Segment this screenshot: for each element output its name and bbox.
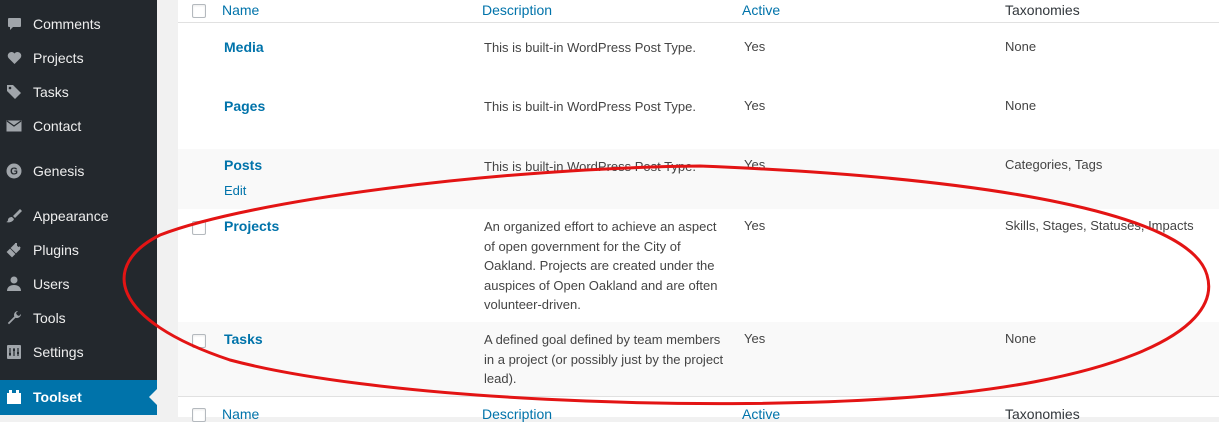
post-type-name-link[interactable]: Tasks xyxy=(224,331,263,347)
paintbrush-icon xyxy=(6,208,22,224)
user-icon xyxy=(6,276,22,292)
menu-label: Genesis xyxy=(33,163,85,179)
menu-contact[interactable]: Contact xyxy=(0,109,157,143)
menu-label: Tools xyxy=(33,310,66,326)
menu-comments[interactable]: Comments xyxy=(0,7,157,41)
menu-settings[interactable]: Settings xyxy=(0,335,157,369)
comment-icon xyxy=(6,16,22,32)
table-row: Pages This is built-in WordPress Post Ty… xyxy=(178,91,1219,149)
table-row: Posts Edit This is built-in WordPress Po… xyxy=(178,149,1219,209)
menu-label: Projects xyxy=(33,50,84,66)
select-all-checkbox-footer[interactable] xyxy=(192,408,206,422)
post-types-table: Name Description Active Taxonomies Media… xyxy=(178,0,1219,422)
menu-toolset[interactable]: Toolset xyxy=(0,380,157,415)
table-row: Tasks A defined goal defined by team mem… xyxy=(178,322,1219,396)
post-type-taxonomies: Categories, Tags xyxy=(1005,157,1103,172)
genesis-icon: G xyxy=(6,163,22,179)
menu-genesis[interactable]: G Genesis xyxy=(0,154,157,188)
plug-icon xyxy=(6,242,22,258)
row-checkbox[interactable] xyxy=(192,334,206,348)
table-row: Media This is built-in WordPress Post Ty… xyxy=(178,31,1219,91)
heart-icon xyxy=(6,50,22,66)
edit-link[interactable]: Edit xyxy=(224,183,246,198)
menu-label: Users xyxy=(33,276,70,292)
row-checkbox[interactable] xyxy=(192,221,206,235)
column-name-header[interactable]: Name xyxy=(222,2,259,18)
column-active-footer[interactable]: Active xyxy=(742,406,780,422)
select-all-checkbox[interactable] xyxy=(192,4,206,18)
post-type-description: An organized effort to achieve an aspect… xyxy=(484,219,718,312)
menu-users[interactable]: Users xyxy=(0,267,157,301)
post-type-name-link[interactable]: Pages xyxy=(224,98,265,114)
menu-label: Plugins xyxy=(33,242,79,258)
post-type-active: Yes xyxy=(744,39,766,54)
post-type-taxonomies: Skills, Stages, Statuses, Impacts xyxy=(1005,218,1194,233)
post-type-description: This is built-in WordPress Post Type. xyxy=(484,159,696,174)
menu-label: Comments xyxy=(33,16,101,32)
column-taxonomies-header: Taxonomies xyxy=(1005,2,1080,18)
column-active-header[interactable]: Active xyxy=(742,2,780,18)
post-type-active: Yes xyxy=(744,98,766,113)
post-type-taxonomies: None xyxy=(1005,39,1037,54)
menu-label: Toolset xyxy=(33,389,82,405)
menu-label: Settings xyxy=(33,344,84,360)
column-description-footer[interactable]: Description xyxy=(482,406,552,422)
mail-icon xyxy=(6,118,22,134)
menu-tools[interactable]: Tools xyxy=(0,301,157,335)
menu-projects[interactable]: Projects xyxy=(0,41,157,75)
menu-label: Appearance xyxy=(33,208,109,224)
menu-label: Contact xyxy=(33,118,82,134)
menu-appearance[interactable]: Appearance xyxy=(0,199,157,233)
column-taxonomies-footer: Taxonomies xyxy=(1005,406,1080,422)
wrench-icon xyxy=(6,310,22,326)
column-description-header[interactable]: Description xyxy=(482,2,552,18)
post-type-active: Yes xyxy=(744,157,766,172)
table-footer: Name Description Active Taxonomies xyxy=(178,396,1219,422)
post-type-description: This is built-in WordPress Post Type. xyxy=(484,99,696,114)
toolset-icon xyxy=(6,389,22,405)
post-type-name-link[interactable]: Projects xyxy=(224,218,279,234)
menu-tasks[interactable]: Tasks xyxy=(0,75,157,109)
post-type-taxonomies: None xyxy=(1005,98,1037,113)
post-type-active: Yes xyxy=(744,331,766,346)
post-type-description: A defined goal defined by team members i… xyxy=(484,332,724,386)
post-type-active: Yes xyxy=(744,218,766,233)
menu-plugins[interactable]: Plugins xyxy=(0,233,157,267)
table-header: Name Description Active Taxonomies xyxy=(178,0,1219,23)
post-type-name-link[interactable]: Posts xyxy=(224,157,262,173)
menu-label: Tasks xyxy=(33,84,69,100)
post-type-description: This is built-in WordPress Post Type. xyxy=(484,40,696,55)
tag-icon xyxy=(6,84,22,100)
svg-text:G: G xyxy=(10,167,18,178)
table-row: Projects An organized effort to achieve … xyxy=(178,209,1219,322)
post-type-name-link[interactable]: Media xyxy=(224,39,264,55)
admin-sidebar: Comments Projects Tasks Contact G Genesi… xyxy=(0,0,157,415)
column-name-footer[interactable]: Name xyxy=(222,406,259,422)
post-type-taxonomies: None xyxy=(1005,331,1037,346)
settings-icon xyxy=(6,344,22,360)
